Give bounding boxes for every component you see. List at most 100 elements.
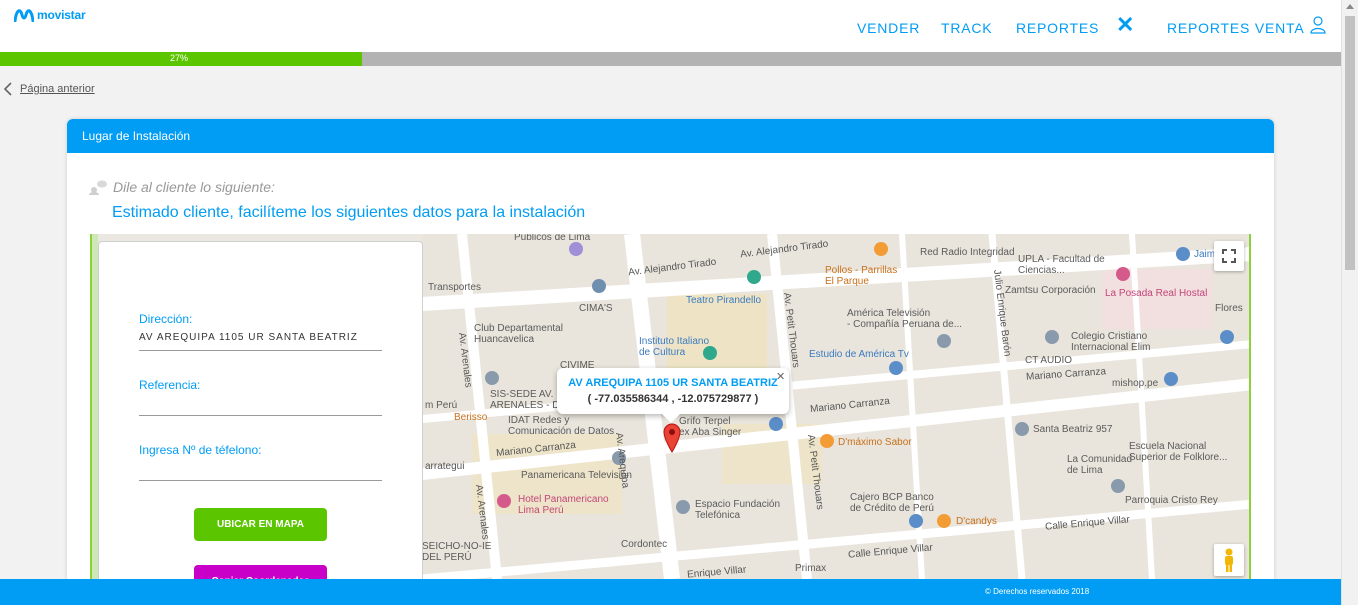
page-scrollbar[interactable] xyxy=(1341,0,1358,605)
top-header: movistar VENDER TRACK REPORTES ✕ REPORTE… xyxy=(0,0,1341,52)
map-label-road: arrategui xyxy=(425,461,465,472)
map-label: Cajero BCP Banco de Crédito de Perú xyxy=(850,492,934,514)
progress-bar: 27% xyxy=(0,52,1341,66)
map-label: Club Departamental Huancavelica xyxy=(474,323,563,345)
poi-place-icon xyxy=(937,334,951,348)
poi-place-icon xyxy=(1045,330,1059,344)
poi-school-icon xyxy=(592,279,606,293)
map-label: CIMA'S xyxy=(579,303,613,314)
footer-copyright: © Derechos reservados 2018 xyxy=(985,587,1090,596)
map-label: D'máximo Sabor xyxy=(838,437,912,448)
map-label: Santa Beatriz 957 xyxy=(1033,424,1113,435)
google-map[interactable]: Públicos de Lima Av. Alejandro Tirado Av… xyxy=(90,234,1251,579)
info-window-close-icon[interactable]: ✕ xyxy=(776,370,785,383)
nav-vender[interactable]: VENDER xyxy=(857,20,920,36)
nav-track[interactable]: TRACK xyxy=(941,20,992,36)
poi-shop-icon xyxy=(1164,372,1178,386)
map-label: Teatro Pirandello xyxy=(686,295,762,306)
card-title: Lugar de Instalación xyxy=(82,129,191,143)
map-label: Públicos de Lima xyxy=(514,234,591,243)
progress-label: 27% xyxy=(170,53,189,63)
map-label: La Comunidad de Lima xyxy=(1067,454,1133,476)
referencia-label: Referencia: xyxy=(139,378,201,392)
poi-place-icon xyxy=(485,371,499,385)
back-link-label[interactable]: Página anterior xyxy=(20,83,95,95)
info-window-title: AV AREQUIPA 1105 UR SANTA BEATRIZ xyxy=(568,377,778,389)
poi-school-icon xyxy=(889,361,903,375)
fullscreen-button[interactable] xyxy=(1214,241,1244,271)
say-prompt-row: Dile al cliente lo siguiente: xyxy=(89,179,275,195)
address-form-panel: Dirección: AV AREQUIPA 1105 UR SANTA BEA… xyxy=(98,241,423,579)
info-window-coordinates: ( -77.035586344 , -12.075729877 ) xyxy=(587,393,759,405)
map-label: mishop.pe xyxy=(1112,378,1159,389)
map-label: Pollos - Parrillas El Parque xyxy=(825,265,898,287)
map-label: D'candys xyxy=(956,516,997,527)
back-link[interactable]: Página anterior xyxy=(2,82,95,96)
script-text: Estimado cliente, facilíteme los siguien… xyxy=(112,204,586,221)
pegman-icon xyxy=(1225,548,1233,572)
map-info-window: AV AREQUIPA 1105 UR SANTA BEATRIZ ( -77.… xyxy=(557,368,789,423)
map-label: Cordontec xyxy=(621,539,668,550)
map-label: Flores xyxy=(1215,303,1243,314)
map-label: Instituto Italiano de Cultura xyxy=(639,336,710,358)
chevron-left-icon xyxy=(3,82,12,96)
nav-reportes[interactable]: REPORTES xyxy=(1016,20,1099,36)
map-label: Transportes xyxy=(428,282,481,293)
poi-restaurant-icon xyxy=(820,434,834,448)
referencia-underline xyxy=(139,415,382,416)
telefono-underline xyxy=(139,480,382,481)
map-label: SEICHO-NO-IE DEL PERÚ xyxy=(422,541,492,563)
map-label: Grifo Terpel ex Aba Singer xyxy=(679,416,742,438)
poi-bank-icon xyxy=(909,514,923,528)
close-x-icon[interactable]: ✕ xyxy=(1116,12,1134,38)
street-view-pegman-button[interactable] xyxy=(1214,544,1244,576)
card-header: Lugar de Instalación xyxy=(67,119,1274,153)
poi-shop-icon xyxy=(1176,247,1190,261)
brand-logo[interactable]: movistar xyxy=(14,8,86,22)
map-label: Colegio Cristiano Internacional Elim xyxy=(1071,331,1151,353)
poi-restaurant-icon xyxy=(874,242,888,256)
map-label: América Televisión - Compañía Peruana de… xyxy=(847,308,963,330)
fullscreen-icon xyxy=(1222,249,1236,263)
map-label: Escuela Nacional Superior de Folklore... xyxy=(1129,441,1228,463)
poi-church-icon xyxy=(1111,479,1125,493)
map-label: UPLA - Facultad de Ciencias... xyxy=(1018,254,1105,276)
movistar-m-icon xyxy=(14,8,34,22)
nav-reportes-venta[interactable]: REPORTES VENTA xyxy=(1167,20,1305,36)
copiar-coordenadas-button[interactable]: Copiar Coordenadas xyxy=(194,565,327,579)
map-label: IDAT Redes y Comunicación de Datos xyxy=(508,415,615,437)
map-label: Berisso xyxy=(454,412,488,423)
poi-shop-icon xyxy=(1220,330,1234,344)
map-label: Red Radio Integridad xyxy=(920,247,1015,258)
scroll-up-arrow-icon[interactable] xyxy=(1346,4,1354,9)
direccion-underline xyxy=(139,350,382,351)
telefono-label: Ingresa Nº de téfelono: xyxy=(139,443,262,457)
map-marker-icon[interactable] xyxy=(663,423,681,453)
poi-restaurant-icon xyxy=(937,514,951,528)
poi-hotel-icon xyxy=(497,494,511,508)
direccion-label: Dirección: xyxy=(139,312,193,326)
say-prompt-text: Dile al cliente lo siguiente: xyxy=(113,179,275,195)
map-label: Zamtsu Corporación xyxy=(1005,285,1096,296)
scroll-thumb[interactable] xyxy=(1345,16,1355,270)
map-label: m Perú xyxy=(425,400,458,411)
map-label: Primax xyxy=(795,563,827,574)
map-label: CT AUDIO xyxy=(1025,355,1073,366)
poi-theater-icon xyxy=(747,270,761,284)
map-label: Panamericana Televisión xyxy=(521,470,632,481)
map-label: Espacio Fundación Telefónica xyxy=(695,499,781,521)
poi-hotel-icon xyxy=(1116,267,1130,281)
speech-bubble-icon xyxy=(89,180,107,195)
map-label: La Posada Real Hostal xyxy=(1105,288,1208,299)
poi-place-icon xyxy=(676,500,690,514)
ubicar-en-mapa-button[interactable]: UBICAR EN MAPA xyxy=(194,508,327,541)
direccion-field[interactable]: AV AREQUIPA 1105 UR SANTA BEATRIZ xyxy=(139,332,358,343)
poi-pin-icon xyxy=(569,242,583,256)
poi-fuel-icon xyxy=(769,417,783,431)
map-label: Hotel Panamericano Lima Perú xyxy=(518,494,609,516)
page-footer: © Derechos reservados 2018 xyxy=(0,579,1341,605)
map-label: Estudio de América Tv xyxy=(809,349,909,360)
brand-name: movistar xyxy=(37,8,86,22)
user-icon[interactable] xyxy=(1310,16,1326,34)
poi-place-icon xyxy=(1015,422,1029,436)
